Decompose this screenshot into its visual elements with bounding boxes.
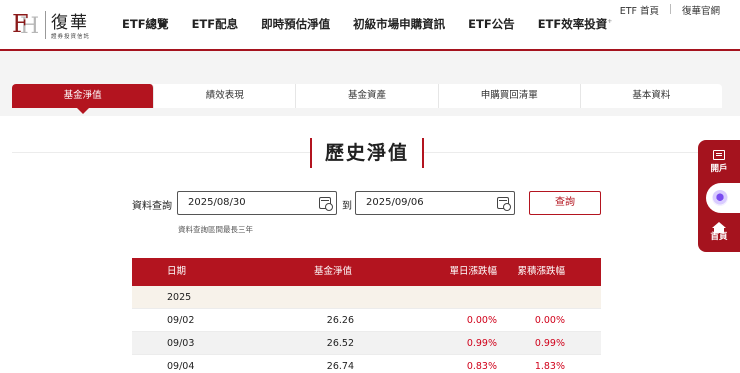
chatbot-button[interactable] [706, 183, 740, 213]
site-header: H F 復華 證券投資信託 ETF總覽 ETF配息 即時預估淨值 初級市場申購資… [0, 0, 740, 50]
calendar-icon[interactable] [497, 197, 511, 211]
etf-home-link[interactable]: ETF 首頁 [620, 3, 659, 17]
chatbot-icon [712, 190, 728, 206]
table-row: 09/02 26.26 0.00% 0.00% [132, 309, 601, 332]
header-nav: 基金淨值 [313, 266, 352, 277]
header-date: 日期 [167, 266, 187, 277]
nav-etf-announcement[interactable]: ETF公告 [468, 16, 515, 32]
end-date-input[interactable]: 2025/09/06 [355, 191, 515, 215]
official-site-link[interactable]: 復華官網 [682, 3, 720, 17]
header-cumulative-change: 累積漲跌幅 [517, 266, 565, 277]
fund-tabs: 基金淨值 績效表現 基金資產 申購買回清單 基本資料 [12, 84, 722, 114]
query-button[interactable]: 查詢 [529, 191, 601, 215]
tab-fund-assets[interactable]: 基金資產 [296, 84, 439, 108]
nav-history-table: 日期 基金淨值 單日漲跌幅 累積漲跌幅 2025 09/02 26.26 0.0… [132, 258, 601, 373]
section-title: 歷史淨值 [310, 138, 424, 168]
open-account-button[interactable]: 開戶 [698, 150, 740, 174]
floating-side-menu: 開戶 首頁 [698, 140, 740, 252]
home-button[interactable]: 首頁 [698, 222, 740, 242]
nav-etf-efficient-investing[interactable]: ETF效率投資+ [538, 16, 613, 32]
header-daily-change: 單日漲跌幅 [449, 266, 497, 277]
nav-etf-overview[interactable]: ETF總覽 [122, 16, 169, 32]
query-label: 資料查詢 [132, 201, 172, 212]
tab-creation-redemption[interactable]: 申購買回清單 [439, 84, 581, 108]
fuhwa-logo[interactable]: H F 復華 證券投資信託 [10, 8, 105, 42]
year-row: 2025 [132, 286, 601, 309]
query-range-note: 資料查詢區間最長三年 [178, 225, 253, 234]
table-row: 09/04 26.74 0.83% 1.83% [132, 355, 601, 373]
nav-primary-market[interactable]: 初級市場申購資訊 [353, 16, 445, 32]
fh-logo-mark: H F [12, 10, 40, 39]
tab-basic-info[interactable]: 基本資料 [581, 84, 722, 108]
nav-realtime-nav[interactable]: 即時預估淨值 [261, 16, 330, 32]
calendar-icon[interactable] [319, 197, 333, 211]
brand-name: 復華 [51, 13, 89, 33]
tab-performance[interactable]: 績效表現 [154, 84, 297, 108]
brand-subtitle: 證券投資信託 [51, 34, 91, 40]
to-label: 到 [342, 201, 352, 212]
tab-fund-nav[interactable]: 基金淨值 [12, 84, 155, 114]
home-icon [712, 222, 726, 233]
main-nav: ETF總覽 ETF配息 即時預估淨值 初級市場申購資訊 ETF公告 ETF效率投… [122, 16, 635, 32]
top-links: ETF 首頁 復華官網 [620, 3, 720, 17]
nav-etf-dividend[interactable]: ETF配息 [192, 16, 239, 32]
page-title: 歷史淨值 [324, 142, 409, 164]
account-icon [713, 150, 725, 160]
start-date-input[interactable]: 2025/08/30 [177, 191, 337, 215]
table-row: 09/03 26.52 0.99% 0.99% [132, 332, 601, 355]
table-header: 日期 基金淨值 單日漲跌幅 累積漲跌幅 [132, 258, 601, 286]
